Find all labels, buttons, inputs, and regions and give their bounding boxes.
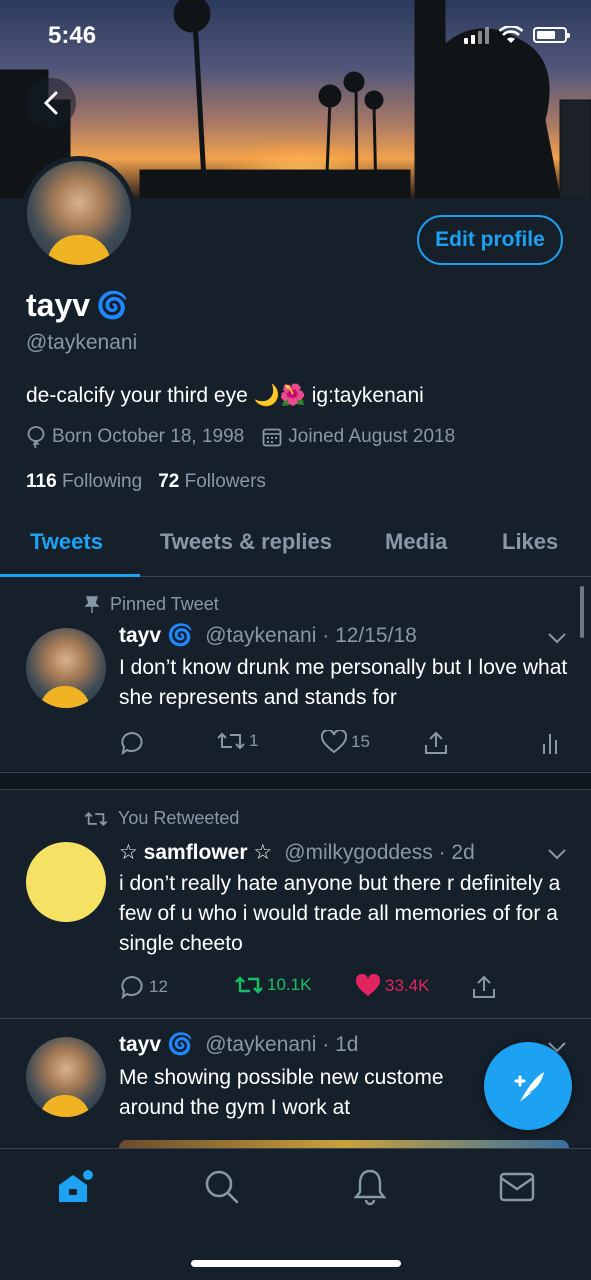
following-link[interactable]: 116 Following: [26, 471, 142, 493]
tweet-handle-time: @taykenani · 12/15/18: [205, 624, 417, 647]
retweet-count: 10.1K: [267, 975, 312, 994]
heart-filled-icon: [355, 974, 381, 996]
home-icon: [59, 1170, 93, 1202]
like-button[interactable]: 33.4K: [355, 974, 429, 998]
tweet-avatar[interactable]: [26, 1037, 106, 1117]
tweet-separator: [0, 772, 591, 790]
back-button[interactable]: [26, 78, 76, 128]
battery-icon: [533, 27, 570, 43]
status-time: 5:46: [48, 22, 97, 49]
tweet-header: tayv 🌀 @taykenani · 12/15/18: [119, 624, 417, 648]
edit-profile-button[interactable]: Edit profile: [417, 215, 563, 265]
followers-link[interactable]: 72 Followers: [158, 471, 266, 493]
followers-count: 72: [158, 471, 180, 492]
home-indicator: [191, 1260, 401, 1267]
nav-search[interactable]: [202, 1167, 242, 1207]
profile-name-row: tayv 🌀: [26, 287, 128, 324]
retweet-icon: [235, 976, 263, 994]
retweet-button[interactable]: 10.1K: [235, 974, 311, 996]
joined-item: Joined August 2018: [262, 426, 455, 448]
balloon-icon: [27, 426, 45, 448]
follow-stats: 116 Following 72 Followers: [26, 471, 266, 493]
reply-icon: [121, 975, 143, 1000]
pin-icon: [84, 595, 100, 613]
like-count: 15: [351, 732, 370, 751]
cyclone-emoji: 🌀: [167, 1033, 194, 1056]
like-count: 33.4K: [385, 976, 430, 995]
status-bar: 5:46: [0, 0, 591, 70]
analytics-icon: [543, 734, 557, 754]
heart-icon: [321, 730, 347, 754]
share-button[interactable]: [471, 974, 497, 1000]
nav-home[interactable]: [55, 1167, 95, 1207]
profile-tabs: Tweets Tweets & replies Media Likes: [0, 512, 591, 577]
profile-bio: de-calcify your third eye 🌙🌺 ig:taykenan…: [26, 384, 424, 407]
share-button[interactable]: [423, 730, 449, 756]
reply-button[interactable]: [119, 730, 145, 756]
followers-label: Followers: [184, 471, 266, 492]
active-tab-indicator: [0, 574, 140, 577]
tweet-avatar[interactable]: [26, 628, 106, 708]
profile-avatar[interactable]: [22, 156, 136, 270]
reply-count: 12: [149, 977, 168, 996]
profile-display-name: tayv: [26, 287, 91, 323]
signal-icon: [464, 26, 489, 44]
pinned-context: Pinned Tweet: [84, 594, 219, 615]
following-count: 116: [26, 471, 57, 492]
mail-icon: [499, 1172, 535, 1202]
tweet-text: i don’t really hate anyone but there r d…: [119, 872, 561, 955]
retweet-icon: [217, 732, 245, 750]
nav-messages[interactable]: [497, 1167, 537, 1207]
compose-tweet-button[interactable]: [484, 1042, 572, 1130]
share-icon: [473, 975, 495, 998]
chevron-left-icon: [43, 91, 58, 115]
search-icon: [205, 1170, 239, 1204]
joined-text: Joined August 2018: [288, 426, 456, 447]
wifi-icon: [499, 26, 523, 43]
profile-meta: Born October 18, 1998 Joined August 2018: [26, 426, 455, 448]
retweet-context: You Retweeted: [84, 808, 239, 829]
reply-icon: [121, 731, 143, 756]
chevron-down-icon[interactable]: [547, 632, 567, 644]
tab-tweets[interactable]: Tweets: [30, 529, 103, 555]
tab-likes[interactable]: Likes: [502, 529, 558, 555]
following-label: Following: [61, 471, 143, 492]
tweet-actions: 1 15: [119, 730, 569, 760]
tweet-author-name[interactable]: tayv: [119, 1033, 161, 1057]
tweet-text: Me showing possible new custome around t…: [119, 1066, 444, 1119]
retweet-context-label: You Retweeted: [118, 808, 240, 828]
tweet-author-name[interactable]: ☆ samflower ☆: [119, 840, 272, 865]
birthday-text: Born October 18, 1998: [52, 426, 245, 447]
retweet-icon: [84, 811, 108, 826]
tab-tweets-replies[interactable]: Tweets & replies: [160, 529, 332, 555]
retweet-count: 1: [249, 731, 259, 750]
tweet-handle-time: @taykenani · 1d: [205, 1033, 359, 1056]
compose-feather-icon: [514, 1072, 544, 1102]
tweet-author-name[interactable]: tayv: [119, 624, 161, 648]
analytics-button[interactable]: [541, 730, 559, 754]
birthday-item: Born October 18, 1998: [26, 426, 244, 448]
chevron-down-icon[interactable]: [547, 848, 567, 860]
tweet-header: ☆ samflower ☆ @milkygoddess · 2d: [119, 840, 475, 865]
tweet-retweeted[interactable]: You Retweeted ☆ samflower ☆ @milkygoddes…: [0, 792, 591, 1018]
like-button[interactable]: 15: [321, 730, 370, 754]
bell-icon: [353, 1169, 387, 1206]
cyclone-emoji: 🌀: [96, 290, 129, 320]
tweet-actions: 12 10.1K 33.4K: [119, 974, 569, 1004]
profile-handle: @taykenani: [26, 331, 138, 354]
cyclone-emoji: 🌀: [167, 624, 194, 647]
status-icons: [464, 26, 570, 44]
tweet-text: I don’t know drunk me personally but I l…: [119, 656, 568, 709]
calendar-icon: [262, 428, 282, 447]
tweet-header: tayv 🌀 @taykenani · 1d: [119, 1033, 358, 1057]
retweet-button[interactable]: 1: [217, 730, 258, 752]
nav-notifications[interactable]: [350, 1167, 390, 1207]
reply-button[interactable]: 12: [119, 974, 168, 1000]
pinned-label: Pinned Tweet: [110, 594, 219, 614]
tweet-avatar[interactable]: [26, 842, 106, 922]
tweet-handle-time: @milkygoddess · 2d: [284, 840, 475, 864]
share-icon: [425, 731, 447, 754]
tab-media[interactable]: Media: [385, 529, 447, 555]
tweet-pinned[interactable]: Pinned Tweet tayv 🌀 @taykenani · 12/15/1…: [0, 578, 591, 772]
